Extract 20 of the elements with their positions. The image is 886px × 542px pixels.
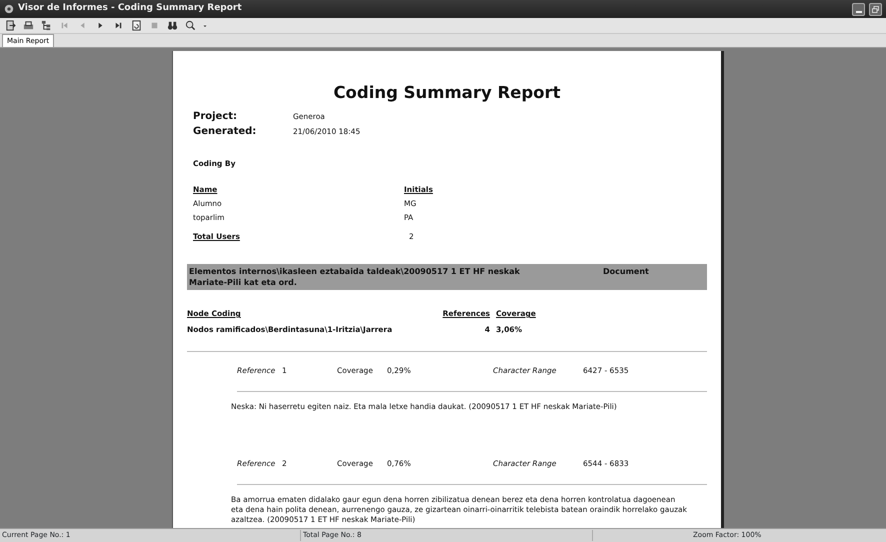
document-path: Mariate-Pili kat eta ord. [189, 278, 297, 287]
document-path: Elementos internos\ikasleen eztabaida taldeak\20090517 1 ET HF neskak [189, 266, 521, 277]
maximize-icon [871, 4, 880, 14]
document-type: Document [603, 266, 649, 277]
maximize-button[interactable] [869, 2, 882, 16]
print-icon[interactable] [22, 20, 34, 31]
app-icon [4, 4, 14, 14]
caret-icon[interactable] [202, 22, 208, 28]
field-label: Generated: [193, 125, 258, 139]
export-icon[interactable] [4, 20, 16, 31]
report-title: Coding Summary Report [332, 83, 562, 103]
tree-icon[interactable] [40, 20, 52, 31]
minimize-icon [856, 11, 862, 13]
refresh-icon[interactable] [130, 20, 142, 31]
zoom-icon[interactable] [184, 20, 196, 31]
minimize-button[interactable] [852, 2, 865, 16]
field-label: Project: [193, 110, 238, 124]
binoculars-icon[interactable] [166, 20, 178, 31]
last-page-icon[interactable] [112, 20, 124, 31]
window-title: Visor de Informes - Coding Summary Report [18, 2, 243, 16]
